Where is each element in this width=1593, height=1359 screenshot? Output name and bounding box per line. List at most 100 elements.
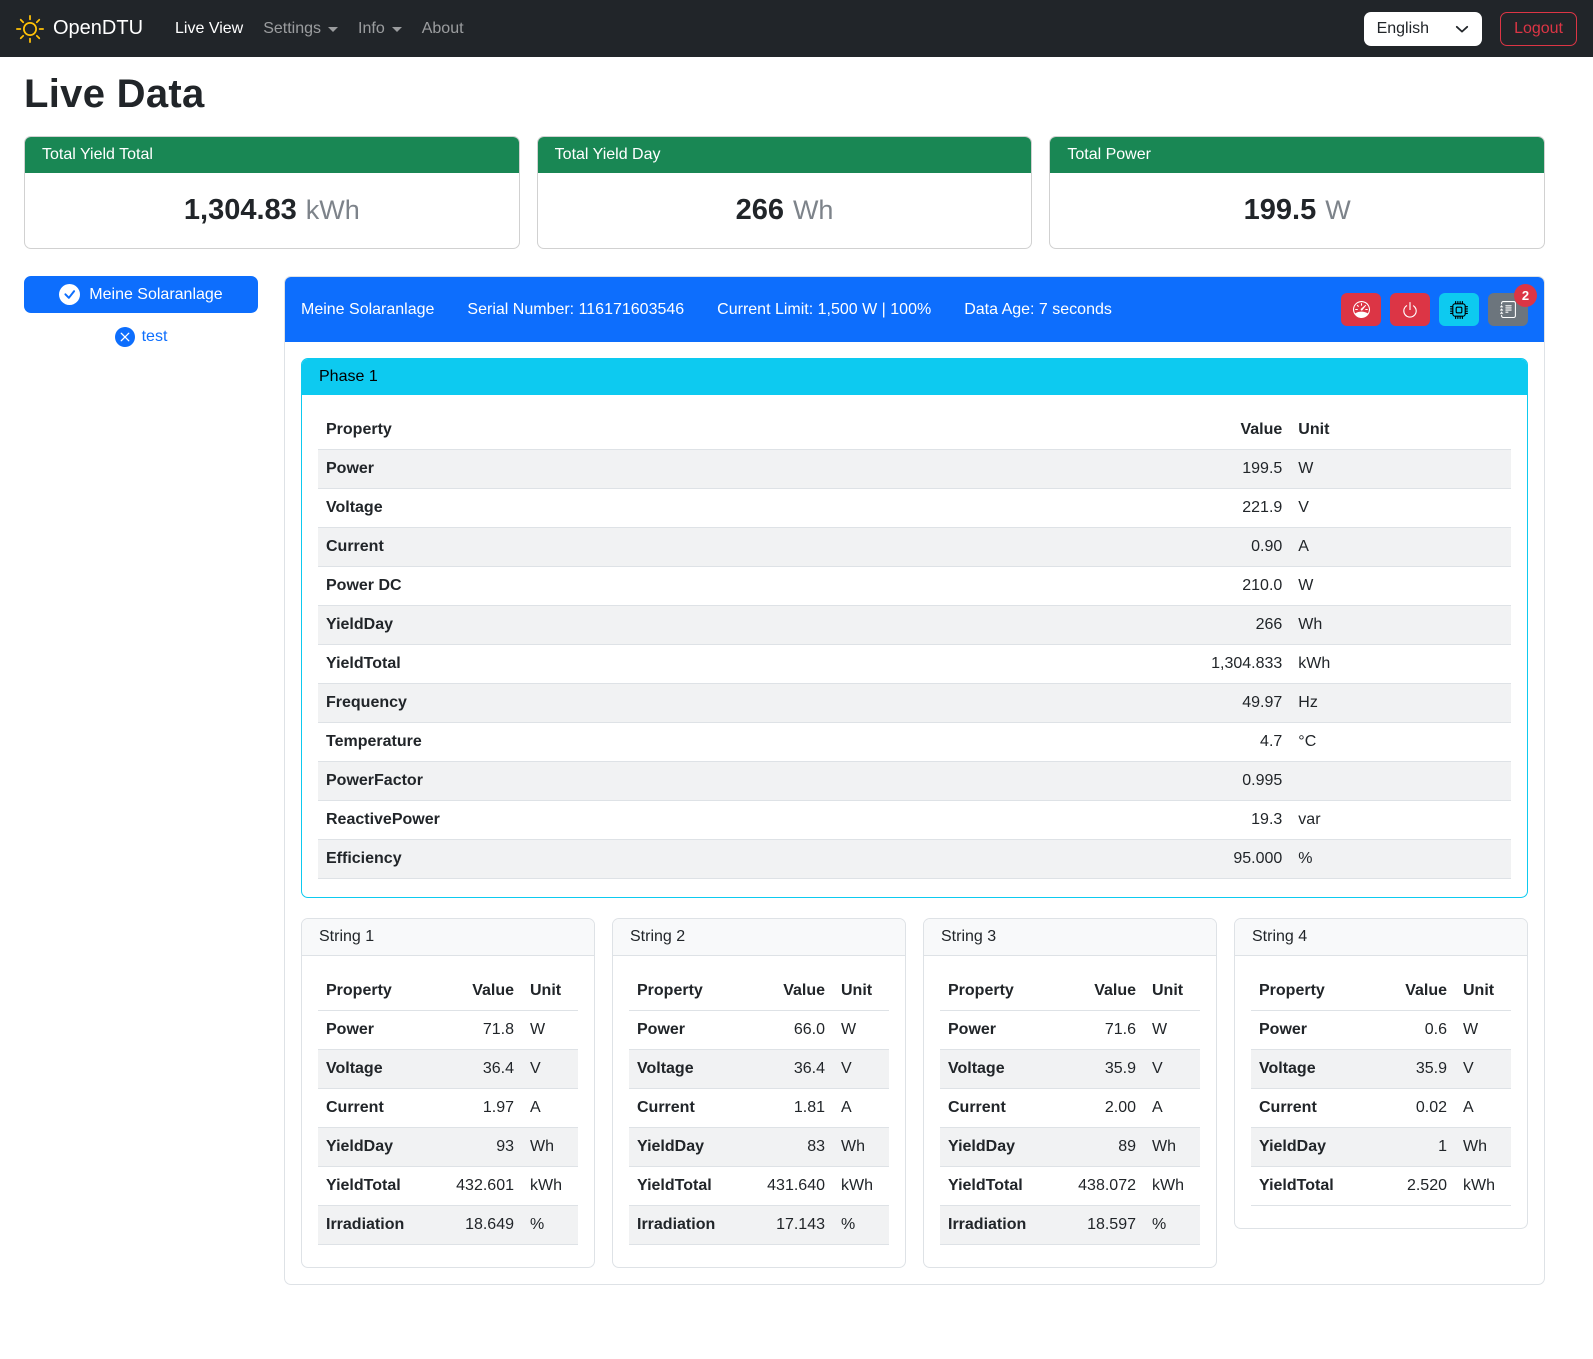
table-row: Power71.8W — [318, 1011, 578, 1050]
card-unit: Wh — [793, 195, 834, 225]
value-cell: 1.97 — [432, 1089, 522, 1128]
value-cell: 0.90 — [900, 528, 1291, 567]
inverter-select-test[interactable]: test — [24, 327, 258, 347]
table-header-row: Property Value Unit — [318, 972, 578, 1011]
unit-cell: var — [1290, 801, 1511, 840]
value-cell: 35.9 — [1376, 1050, 1455, 1089]
inverter-name: Meine Solaranlage — [301, 301, 434, 319]
x-circle-icon — [115, 327, 135, 347]
property-cell: Power — [629, 1011, 743, 1050]
property-cell: Voltage — [1251, 1050, 1376, 1089]
value-cell: 19.3 — [900, 801, 1291, 840]
phase-table: Property Value Unit Power199.5WVoltage22… — [318, 411, 1511, 879]
table-row: Irradiation18.597% — [940, 1206, 1200, 1245]
unit-cell: V — [522, 1050, 578, 1089]
value-cell: 266 — [900, 606, 1291, 645]
column-value: Value — [1376, 972, 1455, 1011]
journal-text-icon — [1500, 301, 1517, 318]
property-cell: Current — [940, 1089, 1054, 1128]
property-cell: Current — [629, 1089, 743, 1128]
value-cell: 49.97 — [900, 684, 1291, 723]
value-cell: 2.520 — [1376, 1167, 1455, 1206]
unit-cell: % — [1290, 840, 1511, 879]
nav-settings[interactable]: Settings — [253, 12, 348, 46]
table-row: Voltage35.9V — [940, 1050, 1200, 1089]
inverter-select-label: Meine Solaranlage — [89, 286, 222, 304]
property-cell: Power — [1251, 1011, 1376, 1050]
table-row: YieldTotal2.520kWh — [1251, 1167, 1511, 1206]
nav-live-view[interactable]: Live View — [165, 12, 253, 46]
property-cell: Voltage — [318, 1050, 432, 1089]
unit-cell: V — [833, 1050, 889, 1089]
value-cell: 0.02 — [1376, 1089, 1455, 1128]
table-row: ReactivePower19.3var — [318, 801, 1511, 840]
property-cell: Frequency — [318, 684, 900, 723]
page-title: Live Data — [24, 72, 1545, 117]
language-select-value: English — [1377, 20, 1429, 38]
language-select[interactable]: English — [1364, 12, 1482, 46]
property-cell: Efficiency — [318, 840, 900, 879]
inverter-serial: Serial Number: 116171603546 — [467, 301, 684, 319]
unit-cell: kWh — [1144, 1167, 1200, 1206]
unit-cell: A — [522, 1089, 578, 1128]
column-property: Property — [940, 972, 1054, 1011]
column-value: Value — [900, 411, 1291, 450]
limit-settings-button[interactable] — [1341, 293, 1381, 326]
table-row: Power66.0W — [629, 1011, 889, 1050]
unit-cell: kWh — [1455, 1167, 1511, 1206]
unit-cell: Wh — [1290, 606, 1511, 645]
string-table: Property Value Unit Power0.6WVoltage35.9… — [1251, 972, 1511, 1206]
value-cell: 18.649 — [432, 1206, 522, 1245]
card-unit: kWh — [306, 195, 360, 225]
inverter-test-label: test — [142, 328, 168, 346]
event-log-button[interactable]: 2 — [1488, 293, 1528, 326]
column-unit: Unit — [1455, 972, 1511, 1011]
unit-cell: Wh — [833, 1128, 889, 1167]
property-cell: Irradiation — [629, 1206, 743, 1245]
unit-cell: V — [1290, 489, 1511, 528]
summary-cards-row: Total Yield Total 1,304.83kWh Total Yiel… — [24, 136, 1545, 249]
device-info-button[interactable] — [1439, 293, 1479, 326]
value-cell: 66.0 — [743, 1011, 833, 1050]
value-cell: 4.7 — [900, 723, 1291, 762]
table-row: Temperature4.7°C — [318, 723, 1511, 762]
power-button[interactable] — [1390, 293, 1430, 326]
value-cell: 93 — [432, 1128, 522, 1167]
navbar: OpenDTU Live View Settings Info About En… — [0, 0, 1593, 57]
brand[interactable]: OpenDTU — [16, 15, 143, 43]
unit-cell: A — [1144, 1089, 1200, 1128]
string-table: Property Value Unit Power71.6WVoltage35.… — [940, 972, 1200, 1245]
inverter-select-button[interactable]: Meine Solaranlage — [24, 276, 258, 313]
table-row: YieldTotal438.072kWh — [940, 1167, 1200, 1206]
inverter-card: Meine Solaranlage Serial Number: 1161716… — [284, 276, 1545, 1285]
nav-about[interactable]: About — [412, 12, 474, 46]
string-title: String 2 — [613, 919, 905, 956]
string-table-body: Power71.8WVoltage36.4VCurrent1.97AYieldD… — [318, 1011, 578, 1245]
value-cell: 17.143 — [743, 1206, 833, 1245]
column-property: Property — [1251, 972, 1376, 1011]
property-cell: YieldDay — [940, 1128, 1054, 1167]
unit-cell: % — [833, 1206, 889, 1245]
unit-cell: W — [1455, 1011, 1511, 1050]
value-cell: 438.072 — [1054, 1167, 1144, 1206]
card-title: Total Yield Day — [538, 137, 1032, 173]
column-property: Property — [318, 411, 900, 450]
table-row: YieldTotal1,304.833kWh — [318, 645, 1511, 684]
unit-cell: W — [1144, 1011, 1200, 1050]
logout-button[interactable]: Logout — [1500, 12, 1577, 46]
speedometer-icon — [1353, 301, 1370, 318]
event-count-badge: 2 — [1514, 284, 1537, 307]
nav-info[interactable]: Info — [348, 12, 412, 46]
value-cell: 71.6 — [1054, 1011, 1144, 1050]
table-row: Current1.97A — [318, 1089, 578, 1128]
table-row: Irradiation18.649% — [318, 1206, 578, 1245]
table-header-row: Property Value Unit — [940, 972, 1200, 1011]
nav-about-label: About — [422, 20, 464, 38]
value-cell: 89 — [1054, 1128, 1144, 1167]
property-cell: YieldDay — [318, 606, 900, 645]
property-cell: YieldTotal — [940, 1167, 1054, 1206]
table-header-row: Property Value Unit — [318, 411, 1511, 450]
card-unit: W — [1325, 195, 1350, 225]
unit-cell: V — [1144, 1050, 1200, 1089]
inverter-sidebar: Meine Solaranlage test — [24, 276, 258, 347]
